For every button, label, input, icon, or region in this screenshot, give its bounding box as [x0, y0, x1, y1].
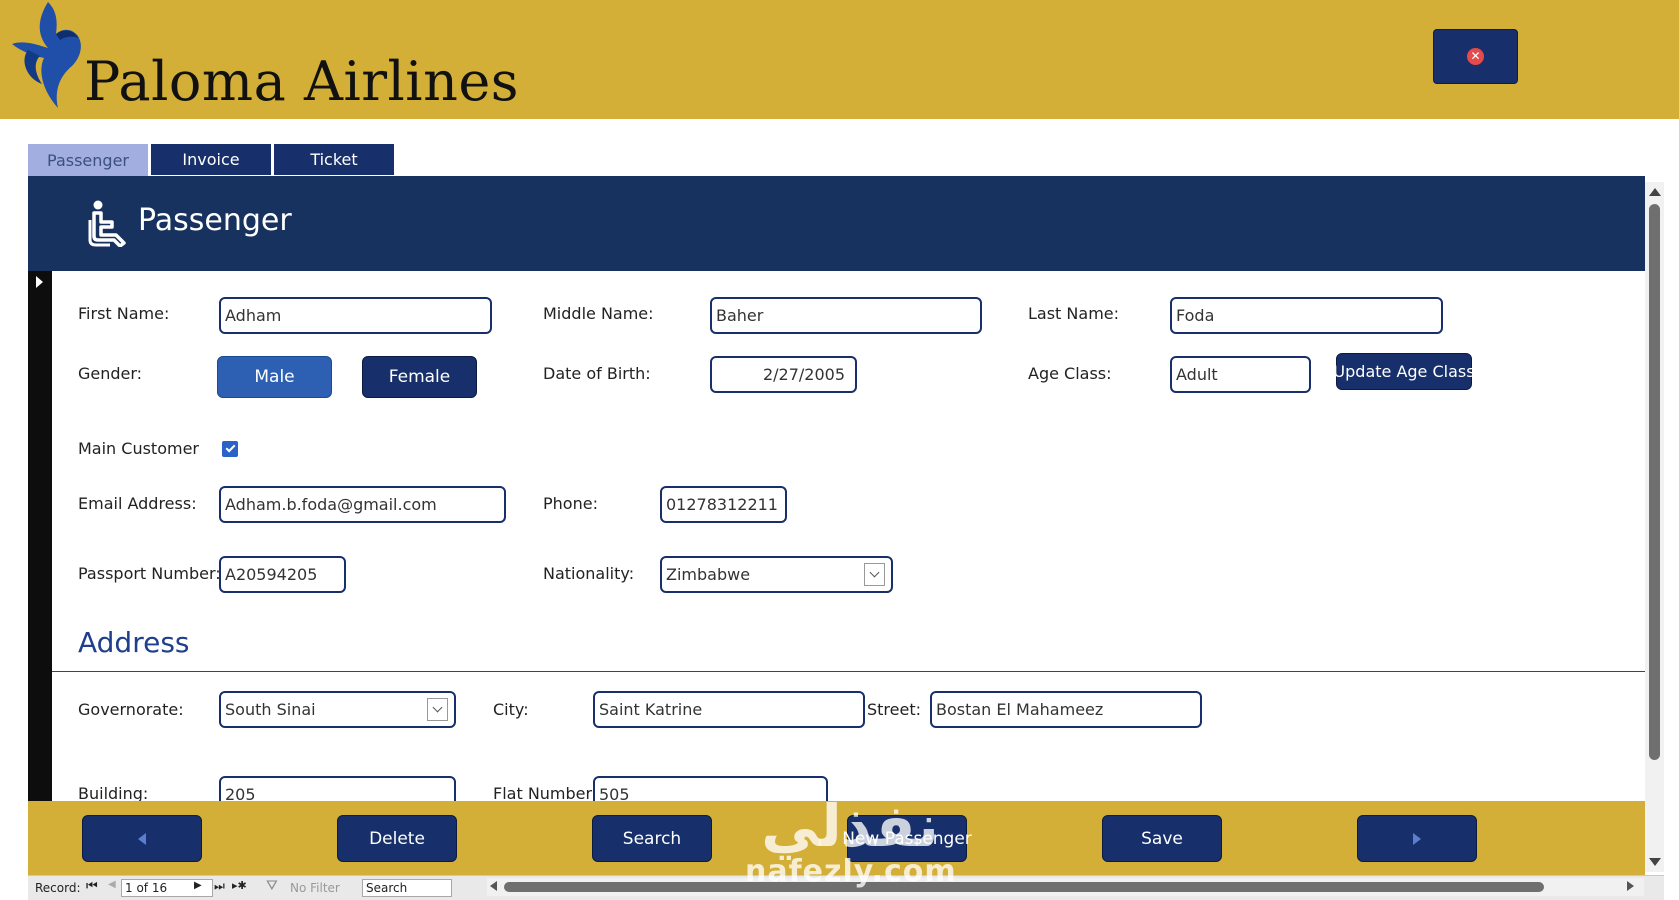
header-band: Paloma Airlines ✕: [0, 0, 1679, 119]
governorate-value: South Sinai: [225, 700, 316, 719]
tab-ticket[interactable]: Ticket: [274, 144, 394, 175]
city-label: City:: [493, 700, 529, 719]
middle-name-input[interactable]: Baher: [710, 297, 982, 334]
next-record-icon[interactable]: ▶: [194, 880, 202, 891]
male-button[interactable]: Male: [217, 356, 332, 398]
seated-person-icon: [88, 200, 126, 247]
passport-label: Passport Number:: [78, 564, 221, 583]
search-button[interactable]: Search: [592, 815, 712, 862]
new-passenger-button[interactable]: New Passenger: [842, 815, 972, 862]
middle-name-label: Middle Name:: [543, 304, 654, 323]
page-title: Passenger: [138, 203, 292, 238]
nationality-label: Nationality:: [543, 564, 635, 583]
previous-record-icon[interactable]: ◀: [108, 879, 116, 890]
record-search-input[interactable]: Search: [362, 879, 452, 897]
city-input[interactable]: Saint Katrine: [593, 691, 865, 728]
brand-name: Paloma Airlines: [84, 50, 520, 113]
governorate-select[interactable]: South Sinai: [219, 691, 456, 728]
scroll-down-icon[interactable]: [1649, 858, 1661, 866]
gender-label: Gender:: [78, 364, 143, 383]
last-name-input[interactable]: Foda: [1170, 297, 1443, 334]
age-class-label: Age Class:: [1028, 364, 1112, 383]
chevron-down-icon[interactable]: [427, 698, 448, 721]
vertical-scrollbar[interactable]: [1645, 182, 1664, 872]
scroll-thumb[interactable]: [1649, 204, 1660, 760]
dove-logo-icon: [12, 2, 81, 108]
last-name-label: Last Name:: [1028, 304, 1120, 323]
street-input[interactable]: Bostan El Mahameez: [930, 691, 1202, 728]
female-button[interactable]: Female: [362, 356, 477, 398]
record-label: Record:: [35, 881, 81, 895]
tab-invoice[interactable]: Invoice: [151, 144, 271, 175]
first-record-icon[interactable]: ⏮: [86, 879, 98, 894]
delete-button[interactable]: Delete: [337, 815, 457, 862]
update-age-class-button[interactable]: Update Age Class: [1333, 353, 1475, 390]
age-class-input[interactable]: Adult: [1170, 356, 1311, 393]
app-window: Paloma Airlines ✕ Passenger Invoice Tick…: [0, 0, 1679, 900]
dob-input[interactable]: 2/27/2005: [710, 356, 857, 393]
no-filter-label[interactable]: No Filter: [290, 881, 340, 895]
dob-label: Date of Birth:: [543, 364, 651, 383]
filter-icon: ⛛: [266, 878, 278, 894]
main-customer-label: Main Customer: [78, 439, 199, 458]
address-divider: [52, 671, 1645, 672]
phone-input[interactable]: 01278312211: [660, 486, 787, 523]
close-icon: ✕: [1467, 48, 1484, 65]
horizontal-scrollbar[interactable]: [487, 878, 1644, 896]
email-input[interactable]: Adham.b.foda@gmail.com: [219, 486, 506, 523]
save-button[interactable]: Save: [1102, 815, 1222, 862]
first-name-input[interactable]: Adham: [219, 297, 492, 334]
governorate-label: Governorate:: [78, 700, 184, 719]
previous-icon: [138, 832, 146, 845]
horizontal-scroll-thumb[interactable]: [504, 882, 1544, 892]
chevron-down-icon[interactable]: [864, 563, 885, 586]
scroll-right-icon[interactable]: [1627, 881, 1634, 891]
next-icon: [1413, 832, 1421, 845]
street-label: Street:: [867, 700, 922, 719]
checkmark-icon: [225, 442, 235, 453]
scroll-left-icon[interactable]: [490, 881, 497, 891]
current-record-icon: [36, 276, 43, 288]
last-record-icon[interactable]: ⏭: [214, 879, 225, 894]
passport-input[interactable]: A20594205: [219, 556, 346, 593]
main-customer-checkbox[interactable]: [222, 441, 238, 457]
first-name-label: First Name:: [78, 304, 170, 323]
nationality-value: Zimbabwe: [666, 565, 751, 584]
previous-record-button[interactable]: [82, 815, 202, 862]
tab-passenger[interactable]: Passenger: [28, 144, 148, 176]
next-record-button[interactable]: [1357, 815, 1477, 862]
scroll-up-icon[interactable]: [1649, 188, 1661, 196]
record-selector[interactable]: [28, 271, 52, 801]
address-section-title: Address: [78, 626, 190, 659]
close-button[interactable]: ✕: [1433, 29, 1518, 84]
nationality-select[interactable]: Zimbabwe: [660, 556, 893, 593]
phone-label: Phone:: [543, 494, 598, 513]
email-label: Email Address:: [78, 494, 197, 513]
new-record-icon[interactable]: ▸✱: [232, 879, 247, 892]
